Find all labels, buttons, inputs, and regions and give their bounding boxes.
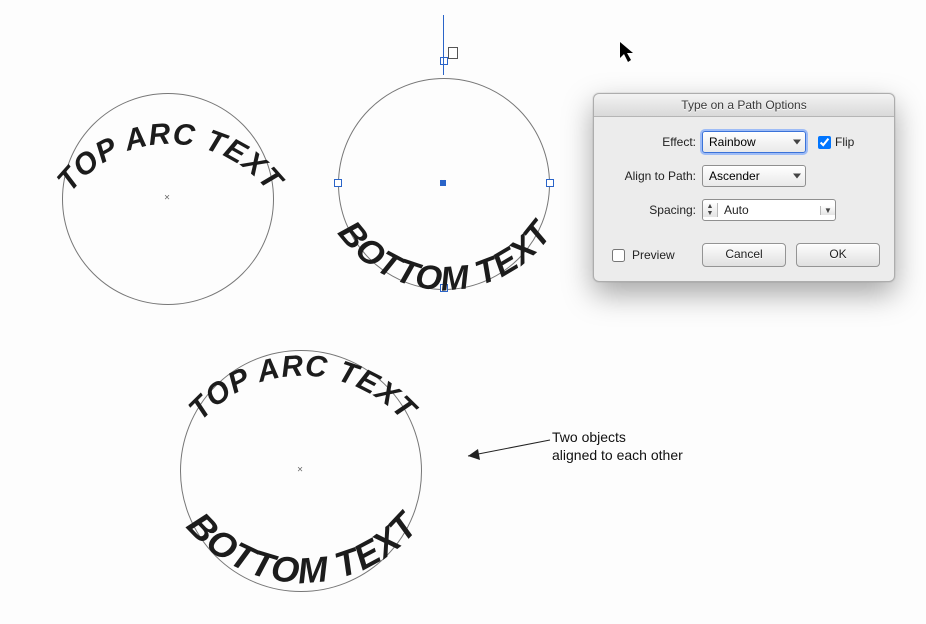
ok-button[interactable]: OK bbox=[796, 243, 880, 267]
svg-text:BOTTOM TEXT: BOTTOM TEXT bbox=[179, 503, 427, 592]
spacing-field[interactable]: ▲▼ Auto ▼ bbox=[702, 199, 836, 221]
align-to-path-label: Align to Path: bbox=[608, 169, 696, 183]
effect-dropdown[interactable]: Rainbow bbox=[702, 131, 806, 153]
align-to-path-value: Ascender bbox=[709, 169, 760, 183]
arc-text-bottom-3-text: BOTTOM TEXT bbox=[179, 503, 427, 592]
annotation-line-2: aligned to each other bbox=[552, 447, 683, 463]
preview-label: Preview bbox=[632, 248, 675, 262]
annotation-line-1: Two objects bbox=[552, 429, 626, 445]
type-on-path-options-dialog: Type on a Path Options Effect: Rainbow F… bbox=[593, 93, 895, 282]
annotation-caption: Two objects aligned to each other bbox=[552, 428, 683, 464]
spacing-value: Auto bbox=[718, 203, 820, 217]
align-to-path-dropdown[interactable]: Ascender bbox=[702, 165, 806, 187]
flip-checkbox-wrap[interactable]: Flip bbox=[818, 135, 854, 149]
mouse-cursor-icon bbox=[618, 40, 638, 64]
effect-label: Effect: bbox=[608, 135, 696, 149]
spacing-steppers[interactable]: ▲▼ bbox=[703, 203, 718, 217]
spacing-dropdown-toggle[interactable]: ▼ bbox=[820, 206, 835, 215]
flip-label: Flip bbox=[835, 135, 854, 149]
preview-checkbox[interactable] bbox=[612, 249, 625, 262]
dialog-title: Type on a Path Options bbox=[594, 94, 894, 117]
flip-checkbox[interactable] bbox=[818, 136, 831, 149]
effect-value: Rainbow bbox=[709, 135, 756, 149]
spacing-label: Spacing: bbox=[608, 203, 696, 217]
cancel-button[interactable]: Cancel bbox=[702, 243, 786, 267]
